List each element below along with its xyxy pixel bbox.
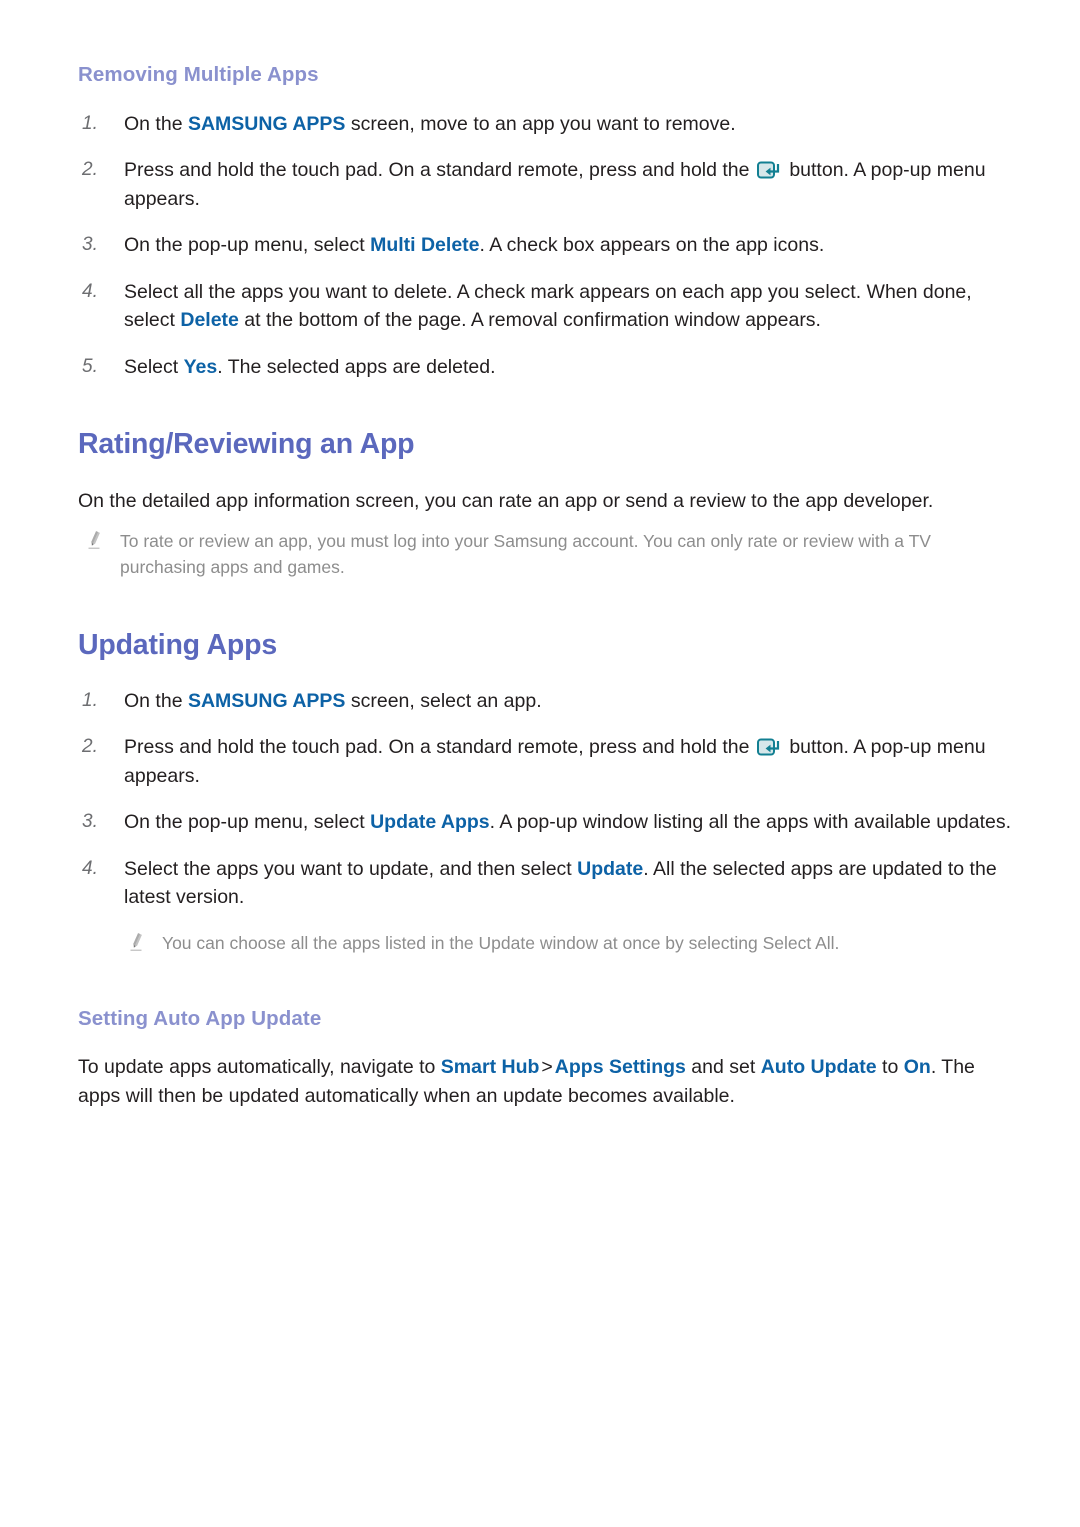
list-item: 4. Select all the apps you want to delet… xyxy=(78,278,1018,335)
step-number: 2. xyxy=(82,159,98,181)
paragraph-rating-reviewing: On the detailed app information screen, … xyxy=(78,490,934,513)
note-rating-reviewing: To rate or review an app, you must log i… xyxy=(78,528,1018,580)
ui-term: Apps Settings xyxy=(554,1056,686,1079)
paragraph-setting-auto-app-update: To update apps automatically, navigate t… xyxy=(78,1056,975,1108)
list-item: 1. On the SAMSUNG APPS screen, select an… xyxy=(78,687,1018,716)
pencil-icon xyxy=(86,530,104,550)
heading-updating-apps: Updating Apps xyxy=(78,629,277,662)
list-item: 2. Press and hold the touch pad. On a st… xyxy=(78,156,1018,213)
step-text: On the pop-up menu, select Update Apps. … xyxy=(124,811,1012,833)
note-text: To rate or review an app, you must log i… xyxy=(120,531,931,578)
pencil-icon xyxy=(128,932,146,952)
enter-button-icon xyxy=(756,160,781,179)
breadcrumb-separator: > xyxy=(541,1056,553,1079)
list-item: 3. On the pop-up menu, select Multi Dele… xyxy=(78,231,1018,260)
heading-rating-reviewing-an-app: Rating/Reviewing an App xyxy=(78,428,415,461)
ui-term: Multi Delete xyxy=(370,234,480,257)
note-text: You can choose all the apps listed in th… xyxy=(162,932,840,953)
step-number: 1. xyxy=(82,689,98,711)
list-item: 4. Select the apps you want to update, a… xyxy=(78,855,1018,912)
enter-button-icon xyxy=(756,737,781,756)
list-item: 2. Press and hold the touch pad. On a st… xyxy=(78,733,1018,790)
heading-removing-multiple-apps: Removing Multiple Apps xyxy=(78,63,319,86)
step-text: Press and hold the touch pad. On a stand… xyxy=(124,159,986,210)
step-number: 5. xyxy=(82,355,98,377)
step-text: Select Yes. The selected apps are delete… xyxy=(124,355,496,378)
ui-term: Delete xyxy=(180,309,239,332)
ui-term: SAMSUNG APPS xyxy=(187,112,346,135)
step-text: On the SAMSUNG APPS screen, move to an a… xyxy=(124,112,736,135)
ui-term: Smart Hub xyxy=(440,1056,540,1079)
step-number: 3. xyxy=(82,811,98,832)
document-page: Removing Multiple Apps 1. On the SAMSUNG… xyxy=(0,0,1080,1527)
step-number: 1. xyxy=(82,112,98,134)
ui-term: On xyxy=(903,1056,931,1079)
ui-term: Update xyxy=(577,857,644,880)
ui-term: Auto Update xyxy=(760,1056,877,1079)
step-text: On the SAMSUNG APPS screen, select an ap… xyxy=(124,689,542,712)
ui-term: Update Apps xyxy=(370,811,490,833)
ui-term: Yes xyxy=(183,355,218,378)
list-item: 3. On the pop-up menu, select Update App… xyxy=(78,808,1018,837)
step-number: 4. xyxy=(82,280,98,302)
step-text: Select the apps you want to update, and … xyxy=(124,857,997,909)
step-number: 3. xyxy=(82,234,98,256)
step-number: 2. xyxy=(82,736,98,757)
list-item: 5. Select Yes. The selected apps are del… xyxy=(78,353,1018,382)
list-item: 1. On the SAMSUNG APPS screen, move to a… xyxy=(78,110,1018,139)
steps-updating-apps: 1. On the SAMSUNG APPS screen, select an… xyxy=(78,687,1018,912)
step-text: Press and hold the touch pad. On a stand… xyxy=(124,736,986,787)
step-text: On the pop-up menu, select Multi Delete.… xyxy=(124,234,825,257)
heading-setting-auto-app-update: Setting Auto App Update xyxy=(78,1006,322,1030)
ui-term: SAMSUNG APPS xyxy=(187,689,346,712)
steps-removing-multiple-apps: 1. On the SAMSUNG APPS screen, move to a… xyxy=(78,110,1018,382)
step-number: 4. xyxy=(82,857,98,879)
step-text: Select all the apps you want to delete. … xyxy=(124,280,972,332)
note-updating-apps: You can choose all the apps listed in th… xyxy=(78,930,1018,956)
